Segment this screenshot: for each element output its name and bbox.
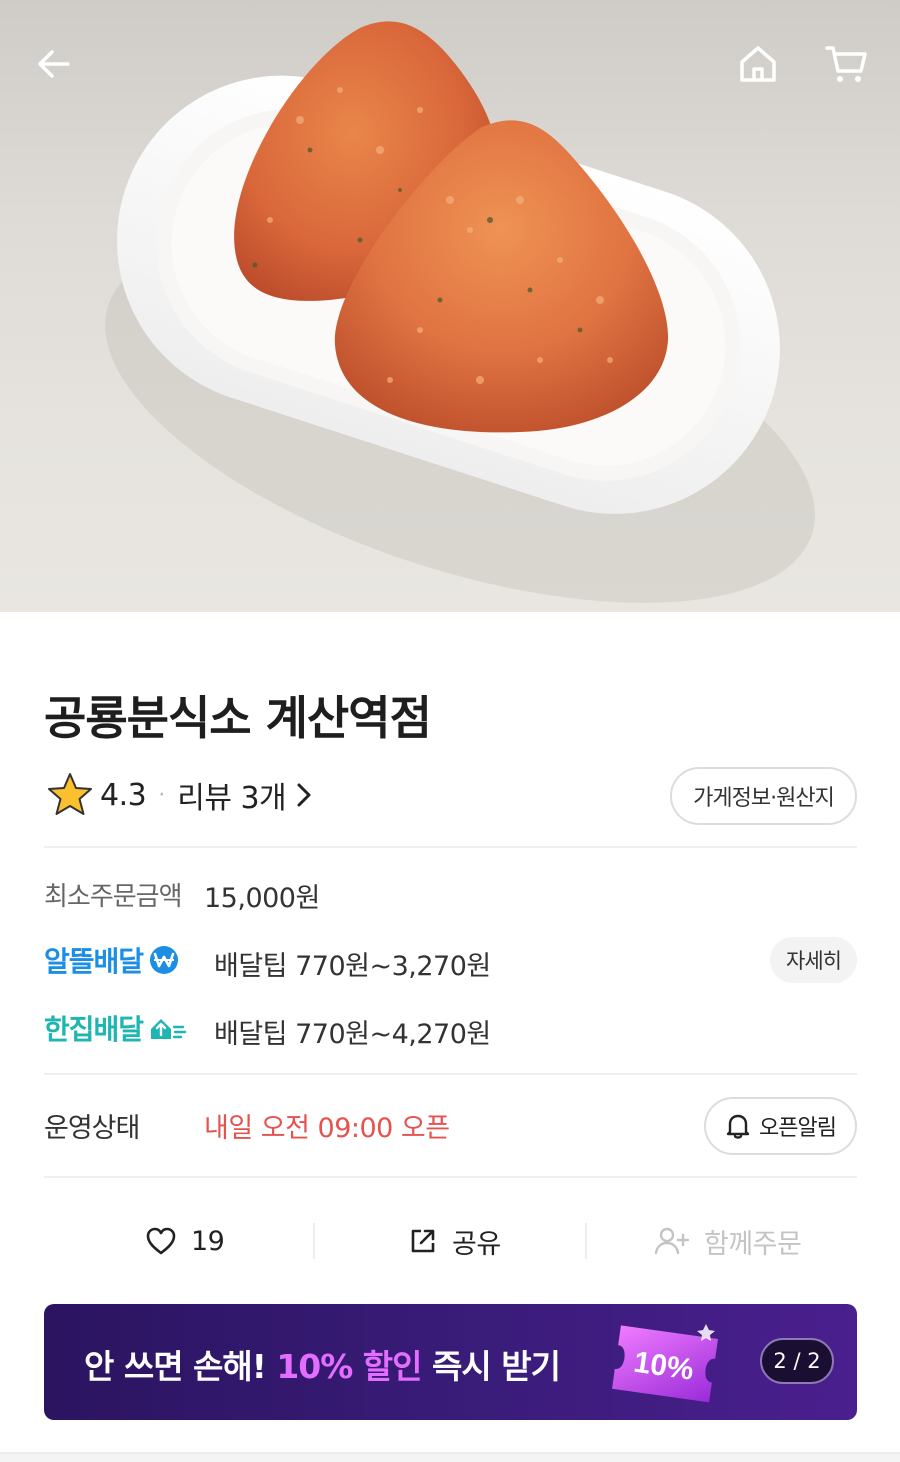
share-icon [411,1229,435,1253]
divider [44,1073,857,1075]
saver-delivery-tip: 배달팁 770원~3,270원 [214,951,491,982]
action-separator [585,1223,587,1259]
rating-separator: · [158,782,166,808]
review-count-label: 리뷰 3개 [177,781,287,816]
saver-delivery-label: 알뜰배달 [44,945,144,978]
review-link[interactable]: 리뷰 3개 [177,773,312,817]
banner-text-highlight: 10% 할인 [276,1347,422,1386]
banner-page-indicator: 2 / 2 [760,1338,834,1384]
bottom-divider [0,1452,900,1462]
like-button[interactable]: 19 [145,1216,225,1266]
back-arrow-icon [38,50,70,78]
min-order-label: 최소주문금액 [44,882,183,912]
divider [44,1176,857,1178]
heart-icon [146,1227,176,1255]
chevron-right-icon [297,783,311,807]
rating-row: 4.3 · 리뷰 3개 [44,768,312,822]
action-separator [313,1223,315,1259]
coupon-ticket-icon: 10% [612,1324,718,1403]
home-icon [740,46,776,82]
saver-delivery-brand: 알뜰배달 [44,940,181,980]
delivery-detail-button[interactable]: 자세히 [770,937,857,983]
open-alarm-button[interactable]: 오픈알림 [704,1097,857,1155]
group-order-button[interactable]: 함께주문 [654,1216,802,1266]
min-order-value: 15,000원 [204,883,320,914]
add-person-icon [654,1227,690,1255]
share-button[interactable]: 공유 [408,1216,501,1266]
banner-text: 안 쓰면 손해! 10% 할인 즉시 받기 [84,1340,561,1388]
divider [44,846,857,848]
operation-status-value: 내일 오전 09:00 오픈 [204,1113,450,1144]
store-name: 공룡분식소 계산역점 [44,691,432,745]
store-hero-image [0,0,900,612]
back-button[interactable] [26,36,82,92]
banner-text-pre: 안 쓰면 손해! [84,1347,277,1386]
banner-text-post: 즉시 받기 [421,1347,561,1386]
store-info-button[interactable]: 가게정보·원산지 [670,767,857,825]
discount-banner[interactable]: 안 쓰면 손해! 10% 할인 즉시 받기 10% 2 / 2 [44,1304,857,1420]
single-delivery-brand: 한집배달 [44,1008,187,1048]
bell-icon [726,1114,750,1139]
home-button[interactable] [730,36,786,92]
operation-status-label: 운영상태 [44,1113,140,1144]
won-badge-icon [150,946,179,974]
house-speed-icon [151,1019,187,1039]
share-label: 공유 [452,1228,501,1260]
single-delivery-label: 한집배달 [44,1013,144,1046]
cart-button[interactable] [818,36,874,92]
cart-icon [825,46,867,82]
single-delivery-tip: 배달팁 770원~4,270원 [214,1019,491,1050]
rating-value: 4.3 [100,777,147,813]
open-alarm-label: 오픈알림 [759,1116,837,1141]
group-order-label: 함께주문 [704,1228,802,1260]
like-count: 19 [191,1225,225,1257]
star-icon [48,773,92,815]
